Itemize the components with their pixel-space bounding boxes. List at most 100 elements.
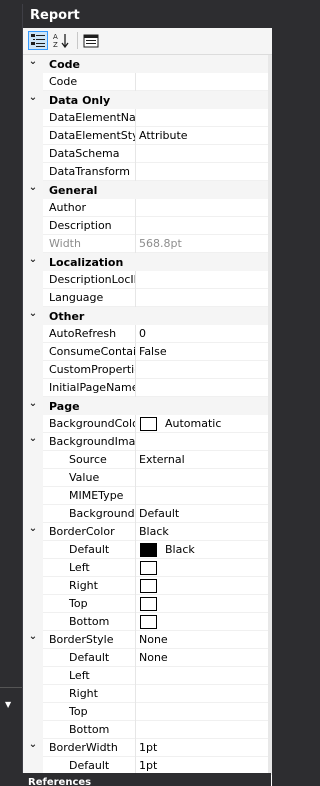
property-pages-button[interactable]: [81, 31, 101, 50]
chevron-down-icon[interactable]: ⌄: [23, 308, 43, 319]
property-value[interactable]: [135, 576, 268, 595]
chevron-down-icon[interactable]: ⌄: [23, 522, 43, 541]
sub-property-row[interactable]: Default None: [23, 648, 268, 667]
property-value[interactable]: 1pt: [135, 738, 268, 757]
chevron-down-icon[interactable]: ⌄: [23, 254, 43, 265]
sub-property-row[interactable]: Source External: [23, 450, 268, 469]
chevron-down-icon[interactable]: ⌄: [23, 432, 43, 451]
property-row[interactable]: ⌄ BorderColor Black: [23, 522, 268, 541]
chevron-down-icon[interactable]: ⌄: [23, 56, 43, 67]
vertical-scrollbar[interactable]: [268, 55, 272, 775]
color-swatch[interactable]: [140, 542, 157, 557]
property-value[interactable]: [135, 108, 268, 127]
references-tab[interactable]: References: [22, 773, 271, 786]
property-value[interactable]: [135, 198, 268, 217]
property-name: DescriptionLocID: [49, 273, 135, 286]
chevron-down-icon[interactable]: ⌄: [23, 398, 43, 409]
sub-property-row[interactable]: Default Black: [23, 540, 268, 559]
property-value[interactable]: [135, 612, 268, 631]
dock-divider: [0, 687, 22, 688]
row-gutter: [23, 342, 43, 361]
property-row[interactable]: Width 568.8pt: [23, 234, 268, 253]
property-value[interactable]: [135, 468, 268, 487]
property-row[interactable]: AutoRefresh 0: [23, 324, 268, 343]
sub-property-row[interactable]: BackgroundR Default: [23, 504, 268, 523]
property-value[interactable]: 1pt: [135, 756, 268, 775]
color-swatch[interactable]: [140, 416, 157, 431]
property-value[interactable]: [135, 720, 268, 739]
property-row[interactable]: Author: [23, 198, 268, 217]
sub-property-row[interactable]: Left: [23, 666, 268, 685]
property-row[interactable]: ⌄ BackgroundImage: [23, 432, 268, 451]
sub-property-row[interactable]: Top: [23, 702, 268, 721]
property-value[interactable]: [135, 702, 268, 721]
property-value[interactable]: Default: [135, 504, 268, 523]
property-row[interactable]: Language: [23, 288, 268, 307]
property-value[interactable]: [135, 216, 268, 235]
property-value-text: 568.8pt: [139, 237, 182, 250]
color-swatch[interactable]: [140, 560, 157, 575]
property-value[interactable]: Black: [135, 540, 268, 559]
property-value[interactable]: Attribute: [135, 126, 268, 145]
property-value[interactable]: [135, 288, 268, 307]
property-value[interactable]: [135, 432, 268, 451]
sub-property-row[interactable]: Top: [23, 594, 268, 613]
category-row[interactable]: ⌄ Page: [23, 397, 268, 415]
property-row[interactable]: InitialPageName: [23, 378, 268, 397]
sub-property-row[interactable]: Left: [23, 558, 268, 577]
property-row[interactable]: ⌄ BorderStyle None: [23, 630, 268, 649]
property-value[interactable]: [135, 594, 268, 613]
property-row[interactable]: BackgroundColor Automatic: [23, 414, 268, 433]
property-value[interactable]: [135, 162, 268, 181]
property-value[interactable]: [135, 666, 268, 685]
property-value[interactable]: [135, 378, 268, 397]
property-value[interactable]: [135, 684, 268, 703]
property-row[interactable]: DataElementNam: [23, 108, 268, 127]
sub-property-row[interactable]: Bottom: [23, 720, 268, 739]
property-row[interactable]: DataElementStyle Attribute: [23, 126, 268, 145]
category-row[interactable]: ⌄ Data Only: [23, 91, 268, 109]
property-value[interactable]: Black: [135, 522, 268, 541]
category-row[interactable]: ⌄ General: [23, 181, 268, 199]
property-value[interactable]: [135, 558, 268, 577]
color-swatch[interactable]: [140, 614, 157, 629]
chevron-down-icon[interactable]: ⌄: [23, 182, 43, 193]
property-value[interactable]: 568.8pt: [135, 234, 268, 253]
property-value[interactable]: False: [135, 342, 268, 361]
property-value[interactable]: [135, 144, 268, 163]
category-row[interactable]: ⌄ Other: [23, 307, 268, 325]
dropdown-arrow-icon[interactable]: ▼: [5, 700, 11, 709]
property-value[interactable]: None: [135, 630, 268, 649]
property-row[interactable]: Code: [23, 72, 268, 91]
property-value[interactable]: 0: [135, 324, 268, 343]
sub-property-row[interactable]: Bottom: [23, 612, 268, 631]
color-swatch[interactable]: [140, 596, 157, 611]
chevron-down-icon[interactable]: ⌄: [23, 92, 43, 103]
property-value[interactable]: [135, 270, 268, 289]
property-row[interactable]: ConsumeContain False: [23, 342, 268, 361]
sub-property-row[interactable]: MIMEType: [23, 486, 268, 505]
property-value[interactable]: [135, 486, 268, 505]
category-row[interactable]: ⌄ Localization: [23, 253, 268, 271]
sub-property-row[interactable]: Value: [23, 468, 268, 487]
property-value[interactable]: Automatic: [135, 414, 268, 433]
property-row[interactable]: DataSchema: [23, 144, 268, 163]
sub-property-row[interactable]: Right: [23, 684, 268, 703]
property-row[interactable]: DataTransform: [23, 162, 268, 181]
property-row[interactable]: DescriptionLocID: [23, 270, 268, 289]
property-value[interactable]: External: [135, 450, 268, 469]
property-row[interactable]: ⌄ BorderWidth 1pt: [23, 738, 268, 757]
property-value-text: External: [139, 453, 185, 466]
alphabetical-sort-button[interactable]: A Z: [51, 31, 71, 50]
chevron-down-icon[interactable]: ⌄: [23, 630, 43, 649]
color-swatch[interactable]: [140, 578, 157, 593]
property-value[interactable]: None: [135, 648, 268, 667]
property-value[interactable]: [135, 72, 268, 91]
categorized-view-button[interactable]: [28, 31, 48, 50]
chevron-down-icon[interactable]: ⌄: [23, 738, 43, 757]
sub-property-row[interactable]: Right: [23, 576, 268, 595]
property-row[interactable]: Description: [23, 216, 268, 235]
property-value[interactable]: [135, 360, 268, 379]
property-row[interactable]: CustomProperties: [23, 360, 268, 379]
category-row[interactable]: ⌄ Code: [23, 55, 268, 73]
